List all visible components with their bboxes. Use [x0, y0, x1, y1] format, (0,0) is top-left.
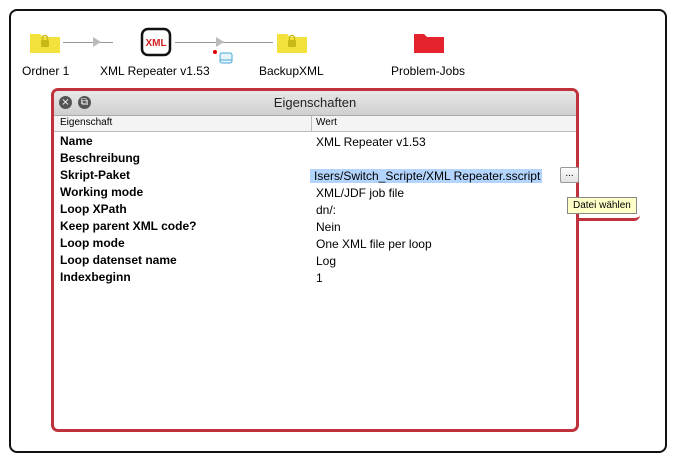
- flow-node-backupxml[interactable]: [276, 30, 308, 54]
- property-row-indexbeginn[interactable]: Indexbeginn 1: [54, 270, 576, 287]
- column-divider[interactable]: [311, 116, 312, 131]
- property-value[interactable]: dn/:: [316, 203, 336, 217]
- property-value[interactable]: XML/JDF job file: [316, 186, 404, 200]
- panel-title: Eigenschaften: [273, 95, 357, 110]
- properties-panel: × ⧉ Eigenschaften Eigenschaft Wert Name …: [51, 88, 579, 432]
- property-key: Loop mode: [60, 236, 125, 250]
- property-key: Loop datenset name: [60, 253, 177, 267]
- tooltip-datei-waehlen: Datei wählen: [567, 197, 637, 214]
- property-key: Name: [60, 134, 93, 148]
- flow-label-problem-jobs: Problem-Jobs: [391, 64, 466, 78]
- property-value[interactable]: XML Repeater v1.53: [316, 135, 426, 149]
- property-row-keep-parent-xml[interactable]: Keep parent XML code? Nein: [54, 219, 576, 236]
- property-value[interactable]: One XML file per loop: [316, 237, 432, 251]
- flow-label-backupxml: BackupXML: [259, 64, 324, 78]
- flow-label-xml-repeater: XML Repeater v1.53: [100, 64, 210, 78]
- property-key: Beschreibung: [60, 151, 141, 165]
- column-header-property[interactable]: Eigenschaft: [60, 117, 112, 128]
- flow-label-ordner1: Ordner 1: [22, 64, 70, 78]
- drive-icon: [219, 52, 233, 64]
- folder-icon: [30, 34, 60, 53]
- property-key: Indexbeginn: [60, 270, 131, 284]
- xml-badge-text: XML: [145, 38, 166, 49]
- script-path-field[interactable]: Isers/Switch_Scripte/XML Repeater.sscrip…: [310, 169, 543, 183]
- property-value[interactable]: Nein: [316, 220, 341, 234]
- browse-button[interactable]: ...: [560, 167, 579, 183]
- arrow-icon: [216, 37, 224, 47]
- property-value[interactable]: 1: [316, 271, 323, 285]
- property-row-beschreibung[interactable]: Beschreibung: [54, 151, 576, 168]
- property-key: Skript-Paket: [60, 168, 131, 182]
- connection-line: [175, 42, 273, 43]
- error-dot-icon: [213, 50, 217, 54]
- folder-icon: [414, 34, 444, 53]
- property-row-loop-xpath[interactable]: Loop XPath dn/:: [54, 202, 576, 219]
- property-key: Keep parent XML code?: [60, 219, 197, 233]
- flow-node-ordner1[interactable]: [29, 30, 61, 54]
- arrow-icon: [93, 37, 101, 47]
- xml-script-icon: XML: [140, 27, 172, 57]
- flow-node-problem-jobs[interactable]: [413, 30, 445, 54]
- property-row-working-mode[interactable]: Working mode XML/JDF job file: [54, 185, 576, 202]
- property-key: Working mode: [60, 185, 144, 199]
- column-header-value[interactable]: Wert: [316, 117, 337, 128]
- connection-line: [63, 42, 113, 43]
- property-row-loop-datenset-name[interactable]: Loop datenset name Log: [54, 253, 576, 270]
- property-key: Loop XPath: [60, 202, 127, 216]
- property-row-loop-mode[interactable]: Loop mode One XML file per loop: [54, 236, 576, 253]
- property-row-skript-paket[interactable]: Skript-Paket Isers/Switch_Scripte/XML Re…: [54, 167, 579, 185]
- folder-icon: [277, 34, 307, 53]
- column-header: Eigenschaft Wert: [54, 116, 576, 132]
- property-row-name[interactable]: Name XML Repeater v1.53: [54, 134, 576, 151]
- property-value[interactable]: Log: [316, 254, 336, 268]
- panel-titlebar[interactable]: × ⧉ Eigenschaften: [54, 91, 576, 116]
- flow-node-xml-repeater[interactable]: XML: [140, 27, 172, 57]
